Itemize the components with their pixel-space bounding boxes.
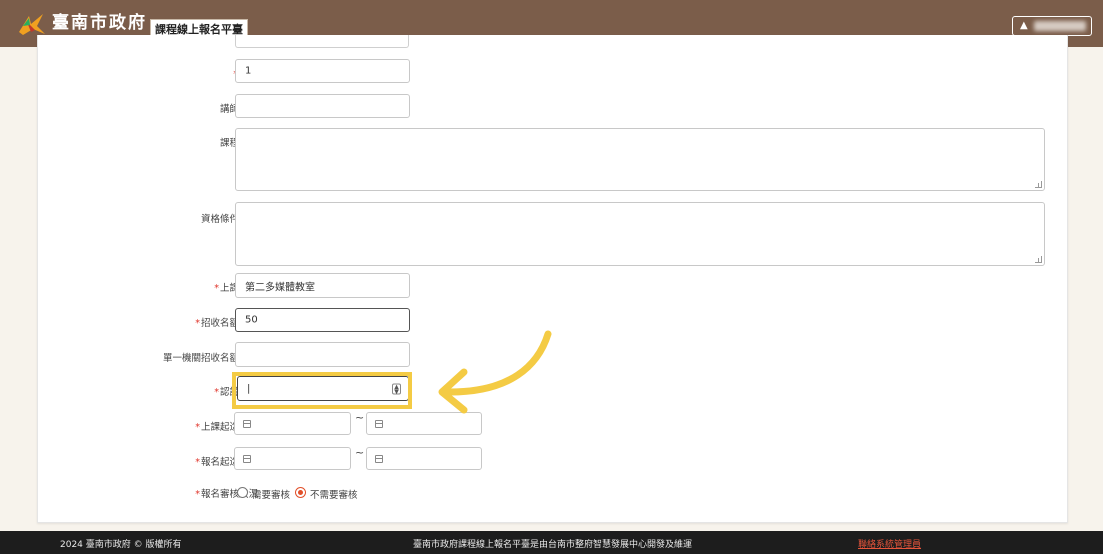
location-input[interactable]: 第二多媒體教室 <box>235 273 410 298</box>
org-capacity-input[interactable] <box>235 342 410 367</box>
range-separator: ~ <box>355 446 365 459</box>
capacity-input[interactable]: 50 <box>235 308 410 332</box>
intro-textarea[interactable] <box>235 128 1045 191</box>
copyright-text: 2024 臺南市政府 © 版權所有 <box>60 540 182 550</box>
term-input[interactable]: 1 <box>235 59 410 83</box>
qualification-textarea[interactable] <box>235 202 1045 266</box>
signup-end-date-input[interactable] <box>366 447 482 470</box>
highlight-box <box>232 372 412 409</box>
review-label: *報名審核狀況 <box>195 489 258 500</box>
course-form-card: *期別 1 講師姓名 課程簡介 資格條件說明 *上課地點 第二多媒體教室 *招收… <box>37 35 1068 523</box>
calendar-icon <box>243 454 251 463</box>
pointer-arrow-icon <box>438 330 552 414</box>
previous-field-cut <box>235 35 409 48</box>
city-brand-title[interactable]: 臺南市政府 <box>52 11 147 35</box>
platform-credit-text: 臺南市政府課程線上報名平臺是由台南市整府智慧發展中心開發及維運 <box>413 540 693 550</box>
signup-start-date-input[interactable] <box>234 447 351 470</box>
resize-grip-icon[interactable] <box>1035 256 1042 263</box>
calendar-icon <box>375 454 383 463</box>
contact-admin-link[interactable]: 聯絡系統管理員 <box>858 537 921 550</box>
resize-grip-icon[interactable] <box>1035 181 1042 188</box>
lecturer-input[interactable] <box>235 94 410 118</box>
tainan-logo-icon <box>19 14 45 35</box>
page-footer: 2024 臺南市政府 © 版權所有 臺南市政府課程線上報名平臺是由台南市整府智慧… <box>0 531 1103 554</box>
class-start-time-input[interactable] <box>234 412 351 435</box>
review-not-required-radio[interactable] <box>295 487 306 498</box>
range-separator: ~ <box>355 411 365 424</box>
calendar-icon <box>243 419 251 428</box>
review-not-required-label[interactable]: 不需要審核 <box>310 487 358 501</box>
calendar-icon <box>375 419 383 428</box>
review-required-label[interactable]: 需要審核 <box>252 487 290 501</box>
review-required-radio[interactable] <box>237 487 248 498</box>
user-name-redacted <box>1034 21 1086 31</box>
user-menu-button[interactable]: ▲ <box>1012 16 1092 36</box>
user-icon: ▲ <box>1020 20 1028 31</box>
